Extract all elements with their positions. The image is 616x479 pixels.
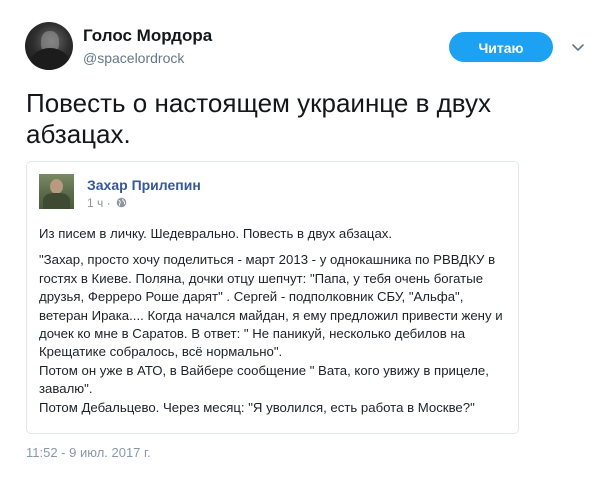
quoted-post-time[interactable]: 1 ч	[87, 196, 103, 210]
quoted-post-line: Из писем в личку. Шедеврально. Повесть в…	[39, 226, 393, 241]
quoted-avatar-head	[50, 179, 63, 194]
separator-dot: ·	[106, 196, 111, 210]
quoted-avatar-body	[43, 193, 70, 209]
quoted-post-card[interactable]: Захар Прилепин 1 ч · Из писем в личку. Ш…	[26, 161, 519, 434]
globe-icon	[116, 197, 127, 208]
author-avatar[interactable]	[25, 22, 73, 70]
author-name[interactable]: Голос Мордора	[83, 26, 212, 46]
quoted-post-meta: 1 ч ·	[87, 196, 127, 210]
follow-button[interactable]: Читаю	[449, 32, 553, 62]
chevron-down-icon[interactable]	[571, 40, 585, 54]
quoted-author-avatar[interactable]	[39, 174, 74, 209]
tweet-timestamp[interactable]: 11:52 - 9 июл. 2017 г.	[26, 445, 151, 460]
quoted-post-line: "Захар, просто хочу поделиться - март 20…	[39, 252, 503, 360]
quoted-author-name[interactable]: Захар Прилепин	[87, 177, 201, 193]
quoted-post-line: Потом Дебальцево. Через месяц: "Я уволил…	[39, 399, 475, 415]
author-handle[interactable]: @spacelordrock	[83, 50, 184, 66]
tweet-text: Повесть о настоящем украинце в двух абза…	[26, 88, 492, 149]
quoted-post-body: Из писем в личку. Шедеврально. Повесть в…	[39, 225, 509, 417]
quoted-post-line: Потом он уже в АТО, в Вайбере сообщение …	[39, 362, 489, 397]
avatar-hood	[31, 48, 69, 70]
